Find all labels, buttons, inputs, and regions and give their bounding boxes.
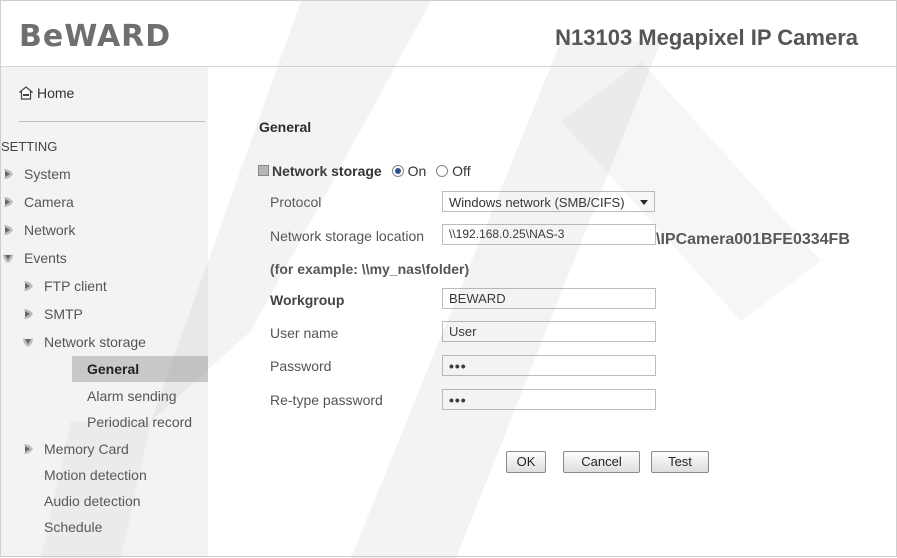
sidebar-item-periodical-record[interactable]: Periodical record bbox=[87, 414, 192, 430]
radio-off[interactable] bbox=[436, 165, 449, 177]
protocol-select[interactable]: Windows network (SMB/CIFS) bbox=[442, 191, 655, 212]
app-window: BeWARD N13103 Megapixel IP Camera Home S… bbox=[0, 0, 897, 558]
retype-password-label: Re-type password bbox=[270, 392, 383, 408]
ok-button[interactable]: OK bbox=[506, 451, 546, 473]
retype-password-input[interactable]: ••• bbox=[442, 389, 656, 410]
network-storage-toggle: Network storage On Off bbox=[258, 163, 471, 179]
chevron-right-icon bbox=[1, 167, 15, 181]
header: BeWARD N13103 Megapixel IP Camera bbox=[1, 1, 896, 67]
sidebar-item-label: Network storage bbox=[44, 334, 146, 350]
password-label: Password bbox=[270, 358, 332, 374]
divider bbox=[19, 121, 205, 122]
network-storage-label: Network storage bbox=[272, 163, 382, 179]
home-link[interactable]: Home bbox=[18, 85, 75, 101]
sidebar-item-label: SMTP bbox=[44, 306, 83, 322]
workgroup-input[interactable]: BEWARD bbox=[442, 288, 656, 309]
username-input[interactable]: User bbox=[442, 321, 656, 342]
sidebar-item-camera[interactable]: Camera bbox=[1, 194, 74, 210]
sidebar-item-label: FTP client bbox=[44, 278, 107, 294]
brand-logo: BeWARD bbox=[19, 19, 172, 54]
sidebar-item-events[interactable]: Events bbox=[1, 250, 67, 266]
chevron-down-icon bbox=[21, 335, 35, 349]
sidebar-item-network[interactable]: Network bbox=[1, 222, 75, 238]
chevron-right-icon bbox=[21, 279, 35, 293]
location-input[interactable]: \\192.168.0.25\NAS-3 bbox=[442, 224, 656, 245]
sidebar-item-ftp-client[interactable]: FTP client bbox=[21, 278, 107, 294]
home-icon bbox=[18, 86, 34, 100]
home-label: Home bbox=[37, 85, 75, 101]
location-label: Network storage location bbox=[270, 228, 425, 244]
bullet-icon bbox=[258, 165, 269, 176]
sidebar-item-schedule[interactable]: Schedule bbox=[44, 519, 102, 535]
location-suffix: \IPCamera001BFE0334FB bbox=[656, 231, 850, 248]
sidebar-item-motion-detection[interactable]: Motion detection bbox=[44, 467, 147, 483]
password-input[interactable]: ••• bbox=[442, 355, 656, 376]
sidebar-item-memory-card[interactable]: Memory Card bbox=[21, 441, 129, 457]
test-button[interactable]: Test bbox=[651, 451, 709, 473]
workgroup-label: Workgroup bbox=[270, 292, 345, 308]
sidebar: Home SETTING System Camera Network Event… bbox=[1, 67, 208, 556]
chevron-down-icon bbox=[640, 200, 648, 205]
setting-heading: SETTING bbox=[1, 139, 58, 154]
sidebar-item-label: Events bbox=[24, 250, 67, 266]
radio-on[interactable] bbox=[391, 165, 404, 177]
sidebar-item-audio-detection[interactable]: Audio detection bbox=[44, 493, 141, 509]
chevron-right-icon bbox=[21, 307, 35, 321]
sidebar-item-label: Network bbox=[24, 222, 76, 238]
sidebar-item-label: Memory Card bbox=[44, 441, 129, 457]
sidebar-item-network-storage[interactable]: Network storage bbox=[21, 334, 146, 350]
chevron-right-icon bbox=[1, 223, 15, 237]
main-panel: General Network storage On Off Protocol … bbox=[208, 67, 896, 556]
chevron-right-icon bbox=[1, 195, 15, 209]
chevron-down-icon bbox=[1, 251, 15, 265]
page-title: General bbox=[259, 119, 312, 135]
protocol-label: Protocol bbox=[270, 194, 322, 210]
sidebar-item-label: System bbox=[24, 166, 71, 182]
radio-off-label: Off bbox=[452, 163, 471, 179]
sidebar-item-label: Camera bbox=[24, 194, 74, 210]
radio-on-label: On bbox=[407, 163, 427, 179]
username-label: User name bbox=[270, 325, 339, 341]
protocol-value: Windows network (SMB/CIFS) bbox=[449, 195, 625, 210]
sidebar-item-alarm-sending[interactable]: Alarm sending bbox=[87, 388, 177, 404]
cancel-button[interactable]: Cancel bbox=[563, 451, 640, 473]
sidebar-item-system[interactable]: System bbox=[1, 166, 71, 182]
product-title: N13103 Megapixel IP Camera bbox=[555, 25, 858, 50]
example-hint: (for example: \\my_nas\folder) bbox=[270, 261, 470, 277]
sidebar-item-smtp[interactable]: SMTP bbox=[21, 306, 83, 322]
chevron-right-icon bbox=[21, 442, 35, 456]
sidebar-item-general[interactable]: General bbox=[87, 361, 139, 377]
